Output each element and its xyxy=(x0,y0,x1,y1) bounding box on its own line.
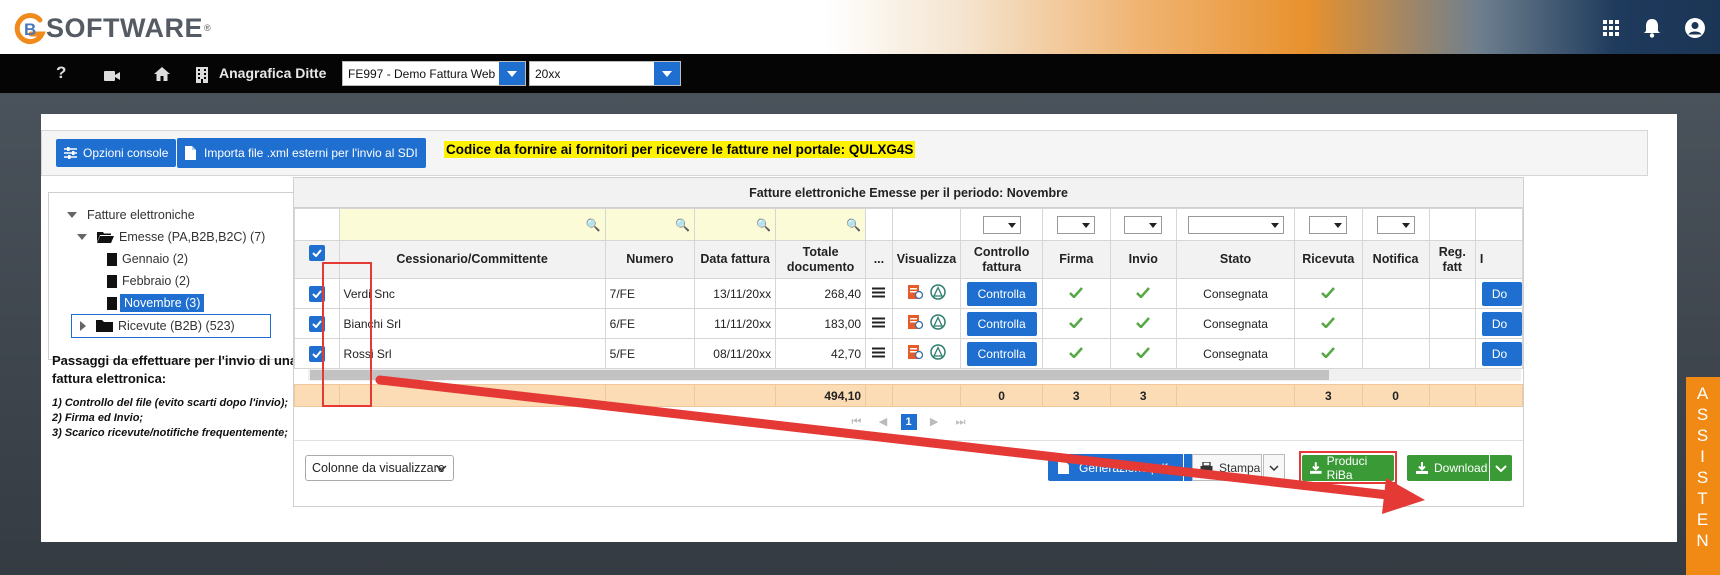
assistenza-letter: T xyxy=(1697,489,1709,508)
assistenza-letter: S xyxy=(1696,405,1710,424)
assistenza-tab[interactable]: A S S I S T E N xyxy=(1686,377,1720,575)
assistenza-letter: S xyxy=(1696,468,1710,487)
assistenza-letter: N xyxy=(1696,531,1710,550)
assistenza-letter: I xyxy=(1700,447,1706,466)
annotation-arrow-icon xyxy=(375,375,1425,514)
assistenza-letter: S xyxy=(1696,426,1710,445)
assistenza-letter: A xyxy=(1696,384,1710,403)
assistenza-letter: E xyxy=(1696,510,1710,529)
